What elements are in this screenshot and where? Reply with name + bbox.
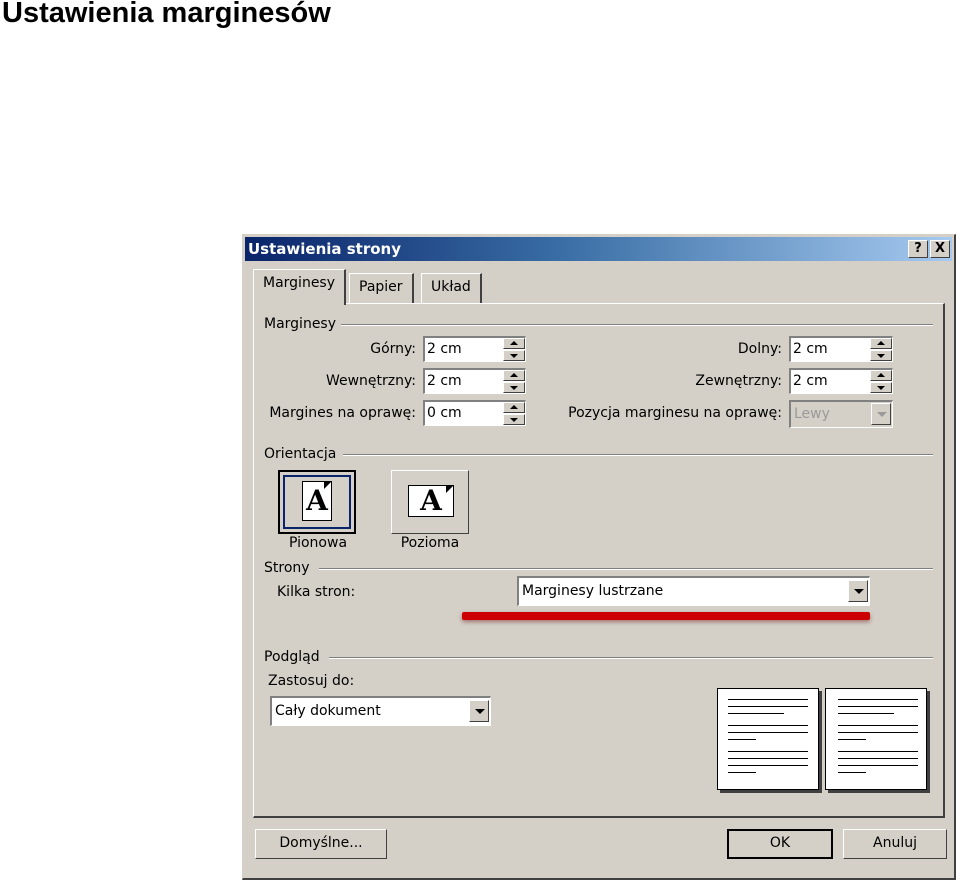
- help-button[interactable]: ?: [908, 240, 928, 258]
- page-setup-dialog: Ustawienia strony ? X Marginesy Papier U…: [242, 234, 956, 880]
- tab-uklad[interactable]: Układ: [421, 273, 482, 303]
- highlight-underline: [462, 612, 870, 620]
- ok-button[interactable]: OK: [727, 829, 833, 859]
- cancel-button[interactable]: Anuluj: [843, 829, 947, 859]
- tab-papier[interactable]: Papier: [349, 273, 414, 303]
- dialog-titlebar[interactable]: Ustawienia strony ? X: [245, 237, 952, 261]
- tab-marginesy[interactable]: Marginesy: [253, 269, 347, 305]
- dialog-title: Ustawienia strony: [248, 240, 401, 258]
- tab-uklad-label: Układ: [431, 279, 471, 295]
- slide-title: Ustawienia marginesów: [2, 0, 331, 29]
- close-button[interactable]: X: [930, 240, 950, 258]
- default-button[interactable]: Domyślne...: [255, 829, 387, 859]
- tab-papier-label: Papier: [359, 279, 403, 295]
- tab-marginesy-label: Marginesy: [263, 275, 336, 291]
- tab-panel-marginesy: [253, 303, 945, 818]
